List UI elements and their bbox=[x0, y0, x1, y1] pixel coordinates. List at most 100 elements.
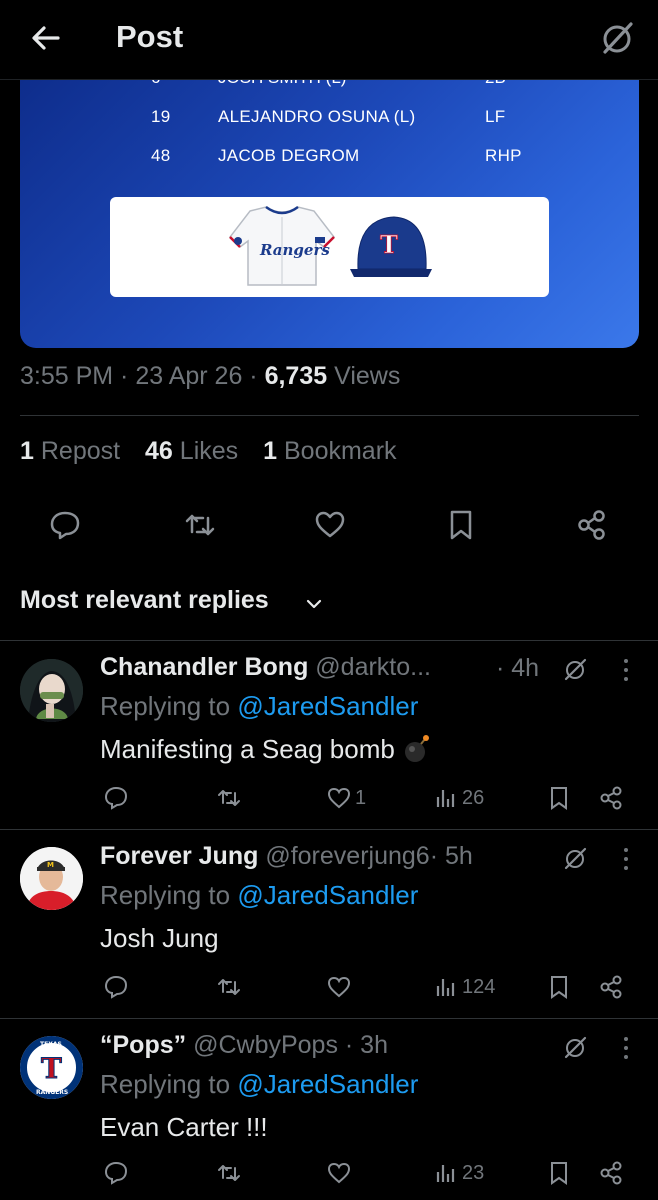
bookmark-icon[interactable] bbox=[444, 508, 478, 542]
replying-to-link[interactable]: @JaredSandler bbox=[237, 880, 418, 910]
grok-icon[interactable] bbox=[562, 845, 588, 871]
avatar[interactable] bbox=[20, 659, 83, 722]
repost-icon[interactable] bbox=[183, 508, 217, 542]
post-media-image[interactable]: 6 JOSH SMITH (L) 2B 19 ALEJANDRO OSUNA (… bbox=[20, 80, 639, 348]
rangers-logo-icon: T TEXAS RANGERS bbox=[20, 1036, 83, 1099]
more-icon[interactable] bbox=[618, 657, 634, 683]
views-icon[interactable] bbox=[433, 785, 459, 811]
player-name: ALEJANDRO OSUNA (L) bbox=[218, 107, 416, 126]
reply-icon[interactable] bbox=[48, 508, 82, 542]
more-icon[interactable] bbox=[618, 846, 634, 872]
uniform-illustration: Rangers T bbox=[229, 205, 432, 286]
like-icon[interactable] bbox=[326, 1160, 352, 1186]
reply-text: Evan Carter !!! bbox=[100, 1112, 268, 1142]
replying-to-link[interactable]: @JaredSandler bbox=[237, 1069, 418, 1099]
player-number: 19 bbox=[151, 107, 171, 126]
svg-text:T: T bbox=[41, 1052, 62, 1085]
roster-row: 19 ALEJANDRO OSUNA (L) LF bbox=[20, 107, 639, 131]
page-title: Post bbox=[116, 19, 184, 54]
display-name: Forever Jung bbox=[100, 842, 259, 870]
display-name: “Pops” bbox=[100, 1031, 187, 1059]
reply-item[interactable]: Chanandler Bong @darkto... · 4h Replying… bbox=[0, 641, 658, 829]
repost-icon[interactable] bbox=[216, 1160, 242, 1186]
reply-author[interactable]: “Pops” @CwbyPops · 3h bbox=[100, 1031, 388, 1060]
replies-sort-label[interactable]: Most relevant replies bbox=[20, 586, 269, 615]
player-name: JACOB DEGROM bbox=[218, 146, 360, 165]
svg-text:Rangers: Rangers bbox=[259, 241, 330, 259]
reply-icon[interactable] bbox=[103, 1160, 129, 1186]
grok-icon[interactable] bbox=[562, 1034, 588, 1060]
bookmark-icon[interactable] bbox=[546, 974, 572, 1000]
view-count: 26 bbox=[462, 787, 485, 809]
reply-item[interactable]: M Forever Jung @foreverjung6· 5h Replyin… bbox=[0, 830, 658, 1018]
share-icon[interactable] bbox=[598, 974, 624, 1000]
view-count: 6,735 bbox=[264, 362, 328, 390]
reply-item[interactable]: T TEXAS RANGERS “Pops” @CwbyPops · 3h Re… bbox=[0, 1019, 658, 1200]
reply-author[interactable]: Chanandler Bong @darkto... bbox=[100, 653, 431, 682]
grok-icon[interactable] bbox=[597, 18, 637, 58]
avatar-image bbox=[20, 659, 83, 722]
view-count: 23 bbox=[462, 1162, 485, 1184]
post-date: 23 Apr 26 bbox=[135, 362, 243, 390]
avatar[interactable]: T TEXAS RANGERS bbox=[20, 1036, 83, 1099]
share-icon[interactable] bbox=[598, 1160, 624, 1186]
cap-icon: T bbox=[350, 216, 432, 277]
back-arrow-icon[interactable] bbox=[26, 18, 66, 58]
avatar[interactable]: M bbox=[20, 847, 83, 910]
handle: @darkto... bbox=[315, 653, 431, 681]
repost-icon[interactable] bbox=[216, 974, 242, 1000]
like-icon[interactable] bbox=[326, 785, 352, 811]
handle: @CwbyPops bbox=[193, 1031, 338, 1059]
replying-to: Replying to @JaredSandler bbox=[100, 880, 419, 910]
roster-row: 48 JACOB DEGROM RHP bbox=[20, 146, 639, 170]
uniform-panel: Rangers T bbox=[110, 197, 549, 297]
bookmark-stat[interactable]: 1 Bookmark bbox=[263, 437, 396, 465]
reply-text: Josh Jung bbox=[100, 923, 219, 953]
grok-icon[interactable] bbox=[562, 656, 588, 682]
like-count: 1 bbox=[355, 787, 367, 809]
player-number: 48 bbox=[151, 146, 171, 165]
repost-icon[interactable] bbox=[216, 785, 242, 811]
reply-time: · 4h bbox=[496, 654, 540, 682]
views-icon[interactable] bbox=[433, 974, 459, 1000]
jersey-icon: Rangers bbox=[229, 205, 335, 286]
bookmark-icon[interactable] bbox=[546, 1160, 572, 1186]
post-stats: 1 Repost 46 Likes 1 Bookmark bbox=[20, 437, 397, 466]
reply-time: · 5h bbox=[429, 842, 473, 870]
share-icon[interactable] bbox=[598, 785, 624, 811]
reply-author[interactable]: Forever Jung @foreverjung6· 5h bbox=[100, 842, 473, 871]
views-label: Views bbox=[334, 362, 401, 390]
chevron-down-icon[interactable] bbox=[304, 594, 324, 614]
like-icon[interactable] bbox=[313, 508, 347, 542]
svg-text:M: M bbox=[47, 861, 54, 869]
post-time: 3:55 PM bbox=[20, 362, 114, 390]
reply-time: · 3h bbox=[344, 1031, 388, 1059]
handle: @foreverjung6 bbox=[265, 842, 430, 870]
replying-to: Replying to @JaredSandler bbox=[100, 1069, 419, 1099]
view-count: 124 bbox=[462, 976, 496, 998]
share-icon[interactable] bbox=[575, 508, 609, 542]
bomb-emoji-icon bbox=[405, 735, 430, 762]
likes-stat[interactable]: 46 Likes bbox=[145, 437, 238, 465]
reply-text: Manifesting a Seag bomb bbox=[100, 734, 432, 765]
player-position: LF bbox=[485, 107, 506, 126]
repost-stat[interactable]: 1 Repost bbox=[20, 437, 120, 465]
svg-text:RANGERS: RANGERS bbox=[36, 1089, 68, 1096]
roster-row-cut: 6 JOSH SMITH (L) 2B bbox=[20, 80, 639, 88]
views-icon[interactable] bbox=[433, 1160, 459, 1186]
more-icon[interactable] bbox=[618, 1035, 634, 1061]
top-bar: Post bbox=[0, 0, 658, 80]
bookmark-icon[interactable] bbox=[546, 785, 572, 811]
avatar-image: M bbox=[20, 847, 83, 910]
svg-text:TEXAS: TEXAS bbox=[40, 1041, 62, 1048]
reply-icon[interactable] bbox=[103, 785, 129, 811]
post-meta: 3:55 PM · 23 Apr 26 · 6,735 Views bbox=[20, 362, 401, 390]
svg-text:T: T bbox=[380, 230, 398, 259]
replying-to-link[interactable]: @JaredSandler bbox=[237, 691, 418, 721]
display-name: Chanandler Bong bbox=[100, 653, 309, 681]
reply-icon[interactable] bbox=[103, 974, 129, 1000]
like-icon[interactable] bbox=[326, 974, 352, 1000]
player-position: RHP bbox=[485, 146, 522, 165]
replying-to: Replying to @JaredSandler bbox=[100, 691, 419, 721]
divider bbox=[20, 415, 639, 416]
